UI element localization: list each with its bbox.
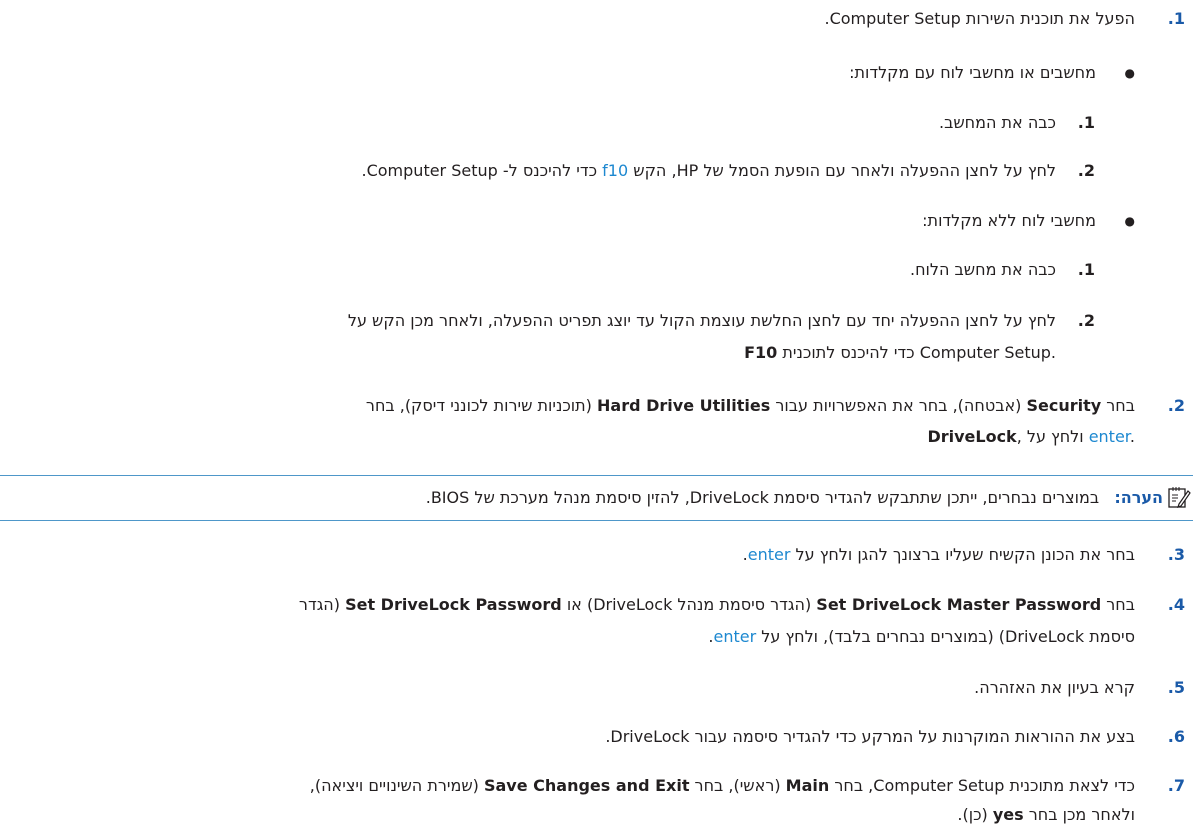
key-f10: f10	[602, 161, 629, 180]
step-text: בחר את הכונן הקשיח שעליו ברצונך להגן ולח…	[742, 545, 1135, 564]
step-text: הפעל את תוכנית השירות Computer Setup.	[824, 9, 1135, 28]
substep-text-cont: F10 כדי להיכנס לתוכנית Computer Setup.	[744, 343, 1056, 362]
substep-text: כבה את המחשב.	[939, 113, 1056, 132]
note-label: הערה:	[1114, 488, 1163, 507]
step-number: .7	[1167, 776, 1185, 795]
key-enter: enter	[1088, 427, 1130, 446]
key-enter: enter	[713, 627, 757, 646]
step-text-cont: ולאחר מכן בחר yes (כן).	[957, 805, 1135, 824]
step-number: .2	[1167, 396, 1185, 415]
bullet-icon: ●	[1124, 66, 1135, 80]
step-number: .4	[1167, 595, 1185, 614]
step-text: בצע את ההוראות המוקרנות על המרקע כדי להג…	[605, 727, 1135, 746]
step-text-cont: DriveLock, ולחץ על enter.	[927, 427, 1135, 446]
step-number: .3	[1167, 545, 1185, 564]
note-pencil-icon	[1168, 487, 1191, 508]
substep-number: .1	[1077, 113, 1095, 132]
note-box: הערה: במוצרים נבחרים, ייתכן שתתבקש להגדי…	[0, 475, 1193, 521]
substep-text: לחץ על לחצן ההפעלה ולאחר עם הופעת הסמל ש…	[361, 161, 1057, 180]
bullet-title: מחשבי לוח ללא מקלדות:	[922, 211, 1096, 230]
step-number: .5	[1167, 678, 1185, 697]
step-text-cont: סיסמת DriveLock) (במוצרים נבחרים בלבד), …	[708, 627, 1135, 646]
step-text: קרא בעיון את האזהרה.	[974, 678, 1135, 697]
key-f10-bold: F10	[744, 343, 778, 362]
step-text: בחר Set DriveLock Master Password (הגדר …	[298, 595, 1135, 614]
bullet-icon: ●	[1124, 214, 1135, 228]
step-text: כדי לצאת מתוכנית Computer Setup, בחר Mai…	[309, 776, 1135, 795]
substep-text: כבה את מחשב הלוח.	[910, 260, 1056, 279]
substep-number: .2	[1077, 161, 1095, 180]
substep-text: לחץ על לחצן ההפעלה יחד עם לחצן החלשת עוצ…	[347, 311, 1056, 330]
substep-number: .2	[1077, 311, 1095, 330]
step-number: .6	[1167, 727, 1185, 746]
key-enter: enter	[747, 545, 791, 564]
step-number: .1	[1167, 9, 1185, 28]
bullet-title: מחשבים או מחשבי לוח עם מקלדות:	[849, 63, 1096, 82]
step-text: בחר Security (אבטחה), בחר את האפשרויות ע…	[365, 396, 1135, 415]
note-text: הערה: במוצרים נבחרים, ייתכן שתתבקש להגדי…	[425, 488, 1163, 507]
substep-number: .1	[1077, 260, 1095, 279]
